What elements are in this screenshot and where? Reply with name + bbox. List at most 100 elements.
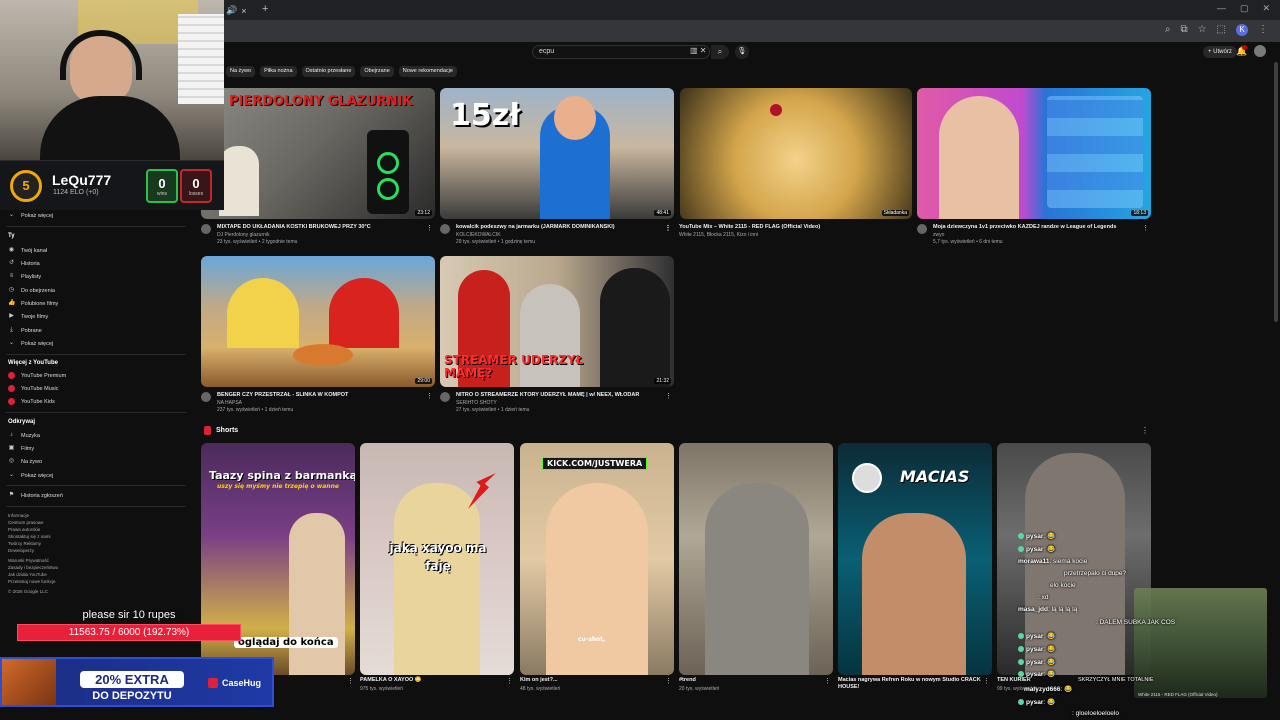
channel-name[interactable]: KOLCIEKOWALCIK: [456, 232, 501, 238]
chip[interactable]: Ostatnio przesłane: [301, 66, 356, 77]
sidebar-item-your-channel[interactable]: ◉ Twój kanał: [8, 247, 47, 254]
search-input[interactable]: ecpu: [532, 45, 710, 59]
channel-name[interactable]: SERIHTO SHOTY: [456, 400, 497, 406]
sidebar-item-report-history[interactable]: ⚑ Historia zgłoszeń: [8, 492, 63, 499]
footer-link[interactable]: Twórcy Reklamy: [8, 541, 41, 546]
close-window-icon[interactable]: ✕: [1262, 3, 1270, 14]
sidebar-item-show-more[interactable]: ⌄ Pokaż więcej: [8, 212, 53, 219]
sidebar-item-downloads[interactable]: ⤓ Pobrane: [8, 327, 42, 334]
avatar[interactable]: [1254, 45, 1266, 57]
sidebar-item-show-more[interactable]: ⌄ Pokaż więcej: [8, 340, 53, 347]
more-options-icon[interactable]: ⋮: [665, 392, 672, 400]
short-thumbnail[interactable]: KICK.COM/JUSTWERA cu-shot,: [520, 443, 674, 675]
chevron-down-icon: ⌄: [8, 472, 15, 478]
video-thumbnail[interactable]: STREAMER UDERZYŁ MAMĘ? 21:32: [440, 256, 674, 387]
chat-message: pysar: 😂: [1018, 545, 1055, 553]
video-title[interactable]: NITRO O STREAMERZE KTÓRY UDERZYŁ MAMĘ | …: [456, 392, 666, 398]
channel-avatar[interactable]: [917, 224, 927, 234]
extensions-icon[interactable]: ⬚: [1217, 24, 1226, 36]
short-thumbnail[interactable]: [679, 443, 833, 675]
video-thumbnail[interactable]: 18:13: [917, 88, 1151, 219]
more-options-icon[interactable]: ⋮: [664, 224, 671, 232]
video-thumbnail[interactable]: 15zł 48:41: [440, 88, 674, 219]
chip[interactable]: Na żywo: [226, 66, 256, 77]
clock-icon: ◷: [8, 287, 15, 293]
sidebar-item-history[interactable]: ↺ Historia: [8, 260, 40, 267]
chip[interactable]: Obejrzane: [360, 66, 394, 77]
sidebar-item-show-more[interactable]: ⌄ Pokaż więcej: [8, 472, 53, 479]
mini-player-title: White 2115 - RED FLAG (Official Video): [1138, 692, 1218, 697]
maximize-icon[interactable]: ▢: [1240, 3, 1249, 14]
search-clear-icon[interactable]: ▥ ✕: [690, 46, 706, 55]
thumbnail-text: PIERDOLONY GLAZURNIK: [229, 94, 413, 109]
short-caption: oglądaj do końca: [234, 637, 338, 648]
more-options-icon[interactable]: ⋮: [1141, 426, 1149, 435]
search-button[interactable]: ⌕: [711, 45, 729, 59]
browser-tab[interactable]: 🔊 ×: [226, 3, 256, 18]
chat-message: pysar: 😂: [1018, 658, 1055, 666]
chat-message: pysar: 😂: [1018, 670, 1055, 678]
sidebar-item-kids[interactable]: YouTube Kids: [8, 398, 55, 405]
video-thumbnail[interactable]: Składanka: [680, 88, 912, 219]
video-title[interactable]: BENGER CZY PRZESTRZAŁ - ŚLINKA W KOMPOT: [217, 392, 427, 398]
channel-name[interactable]: NA HAPSA: [217, 400, 242, 406]
sidebar-item-your-videos[interactable]: ▶ Twoje filmy: [8, 313, 48, 320]
footer-link[interactable]: Prawa autorskie: [8, 527, 40, 532]
short-thumbnail[interactable]: jaką xayoo ma faję: [360, 443, 514, 675]
footer-link[interactable]: Centrum prasowe: [8, 520, 44, 525]
channel-name[interactable]: DJ Pierdolony glazurnik: [217, 232, 270, 238]
channel-avatar[interactable]: [440, 392, 450, 402]
video-title[interactable]: Moja dziewczyna 1v1 przeciwko KAŻDEJ ran…: [933, 224, 1143, 230]
footer-link[interactable]: Informacje: [8, 513, 29, 518]
footer-link[interactable]: Przetestuj nowe funkcje: [8, 579, 56, 584]
divider: [6, 412, 186, 413]
video-title[interactable]: MIXTAPE DO UKŁADANIA KOSTKI BRUKOWEJ PRZ…: [217, 224, 427, 230]
filter-chips: Na żywo Piłka nożna Ostatnio przesłane O…: [226, 66, 457, 77]
scrollbar[interactable]: [1274, 62, 1278, 322]
video-title[interactable]: kowalcik podeszwy na jarmarku (JARMARK D…: [456, 224, 666, 230]
profile-icon[interactable]: K: [1236, 24, 1248, 36]
chip[interactable]: Nowe rekomendacje: [398, 66, 457, 77]
sidebar-item-playlists[interactable]: ≡ Playlisty: [8, 273, 41, 280]
tab-close-icon[interactable]: ×: [241, 6, 246, 16]
streamer-body: [40, 96, 180, 160]
footer-link[interactable]: Warunki Prywatność: [8, 558, 49, 563]
create-button[interactable]: + Utwórz: [1203, 46, 1237, 58]
sidebar-heading-you[interactable]: Ty: [8, 233, 15, 239]
channel-avatar[interactable]: [201, 392, 211, 402]
search-icon[interactable]: ⌕: [1165, 24, 1171, 36]
sidebar-item-liked[interactable]: 👍 Polubione filmy: [8, 300, 58, 307]
footer-link[interactable]: Zasady i bezpieczeństwo: [8, 565, 58, 570]
video-title[interactable]: YouTube Mix – White 2115 - RED FLAG (Off…: [679, 224, 889, 230]
menu-icon[interactable]: ⋮: [1258, 24, 1268, 36]
new-tab-button[interactable]: +: [262, 3, 268, 15]
channel-name[interactable]: White 2115, Błocka 2115, Kizo i inni: [679, 232, 758, 238]
chip[interactable]: Piłka nożna: [260, 66, 297, 77]
sidebar-item-movies[interactable]: ▣ Filmy: [8, 445, 34, 452]
sidebar-item-music[interactable]: YouTube Music: [8, 385, 59, 392]
chat-message: : gloeloeloeloelo: [1072, 710, 1119, 717]
more-options-icon[interactable]: ⋮: [1142, 224, 1149, 232]
channel-name[interactable]: zwyo: [933, 232, 944, 238]
footer-link[interactable]: Skontaktuj się z nami: [8, 534, 51, 539]
cast-icon[interactable]: ⧉: [1180, 24, 1187, 36]
video-thumbnail[interactable]: PIERDOLONY GLAZURNIK 23:12: [201, 88, 435, 219]
more-options-icon[interactable]: ⋮: [426, 392, 433, 400]
sidebar-item-live[interactable]: ◎ Na żywo: [8, 458, 42, 465]
sidebar-item-watch-later[interactable]: ◷ Do obejrzenia: [8, 287, 55, 294]
video-thumbnail[interactable]: 29:00: [201, 256, 435, 387]
sidebar-item-premium[interactable]: YouTube Premium: [8, 372, 66, 379]
footer-link[interactable]: Deweloperzy: [8, 548, 34, 553]
minimize-icon[interactable]: —: [1217, 3, 1226, 14]
short-thumbnail[interactable]: MACIAS: [838, 443, 992, 675]
pizza-illustration: [293, 344, 353, 366]
more-options-icon[interactable]: ⋮: [426, 224, 433, 232]
sidebar-item-music-explore[interactable]: ♪ Muzyka: [8, 432, 40, 439]
channel-avatar[interactable]: [440, 224, 450, 234]
footer-link[interactable]: Jak działa YouTube: [8, 572, 47, 577]
donation-goal-bar: 11563.75 / 6000 (192.73%): [17, 624, 241, 641]
browser-toolbar-actions: ⌕ ⧉ ☆ ⬚ K ⋮: [1165, 24, 1268, 36]
mic-icon[interactable]: 🎙: [735, 45, 749, 59]
channel-avatar[interactable]: [201, 224, 211, 234]
star-icon[interactable]: ☆: [1198, 24, 1207, 36]
